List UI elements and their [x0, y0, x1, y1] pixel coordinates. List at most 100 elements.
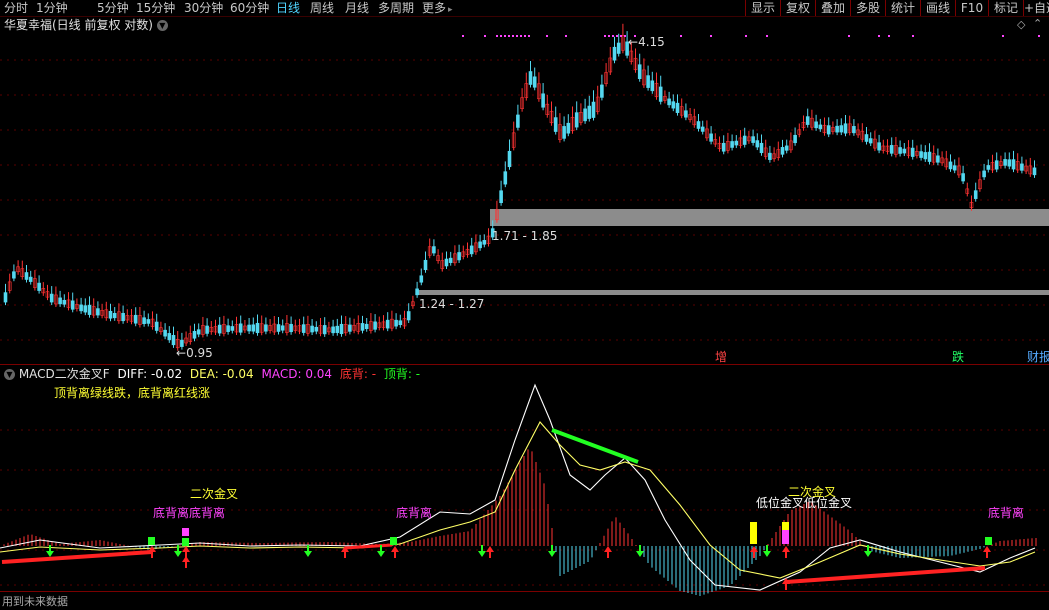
- candle-down: [121, 312, 125, 322]
- indicator-name[interactable]: MACD二次金叉F: [19, 367, 110, 381]
- candle-down: [852, 126, 856, 134]
- arrow-down-icon: [46, 545, 54, 557]
- signal-box: [148, 537, 155, 545]
- candle-down: [675, 102, 680, 113]
- candle-down: [961, 173, 965, 182]
- signal-box: [390, 537, 397, 545]
- candle-down: [28, 276, 33, 282]
- candle-down: [133, 314, 138, 324]
- candle-down: [818, 124, 823, 130]
- macd-value: MACD: 0.04: [261, 367, 333, 381]
- chevron-down-icon[interactable]: ▼: [4, 369, 15, 380]
- candle-down: [667, 98, 671, 106]
- arrow-down-icon: [478, 545, 486, 557]
- candle-down: [612, 46, 617, 61]
- candle-down: [528, 71, 533, 85]
- candle-down: [616, 42, 621, 54]
- event-marker-increase[interactable]: 增: [715, 350, 727, 364]
- candle-down: [167, 333, 172, 341]
- candle-down: [482, 240, 487, 245]
- candle-down: [948, 161, 953, 170]
- candle-down: [217, 324, 222, 334]
- signal-dot: [912, 35, 914, 37]
- candle-down: [192, 330, 197, 339]
- candle-down: [87, 304, 92, 315]
- diff-line: [0, 383, 1036, 591]
- signal-box: [782, 530, 789, 544]
- chevron-down-icon[interactable]: ▼: [156, 20, 168, 31]
- candle-down: [469, 245, 474, 255]
- candle-down: [709, 133, 713, 142]
- event-marker-fall[interactable]: 跌: [952, 350, 964, 364]
- candle-down: [553, 117, 558, 132]
- candle-down: [650, 80, 655, 92]
- signal-dot: [500, 35, 502, 37]
- signal-box: [782, 522, 789, 530]
- candle-down: [898, 147, 902, 154]
- bottom-divergence-line: [785, 566, 986, 584]
- arrow-up-icon: [750, 546, 758, 558]
- candle-down: [255, 322, 260, 334]
- arrow-down-icon: [636, 545, 644, 557]
- candle-down: [112, 313, 117, 319]
- candle-down: [755, 140, 760, 148]
- candle-down: [394, 319, 398, 327]
- bottom-divergence-label: 底背离底背离: [153, 506, 226, 520]
- candle-down: [196, 329, 201, 335]
- diamond-icon[interactable]: ◇: [1017, 18, 1025, 32]
- candle-down: [923, 152, 928, 160]
- candle-down: [205, 325, 209, 334]
- low-cross-label: 低位金叉低位金叉: [756, 496, 853, 510]
- candle-down: [843, 123, 848, 134]
- candle-down: [1020, 163, 1024, 171]
- candle-down: [637, 64, 642, 79]
- candle-down: [238, 323, 243, 333]
- candle-down: [994, 160, 999, 170]
- candle-down: [784, 145, 789, 151]
- candle-down: [566, 122, 571, 134]
- candle-down: [3, 292, 8, 303]
- candle-down: [322, 325, 327, 335]
- candle-down: [142, 317, 146, 325]
- candle-down: [70, 300, 75, 310]
- candle-down: [171, 335, 176, 346]
- candle-down: [432, 246, 436, 254]
- candle-down: [814, 121, 818, 129]
- signal-box: [985, 537, 992, 545]
- candle-down: [721, 142, 726, 152]
- candle-down: [574, 112, 579, 128]
- arrow-down-icon: [548, 545, 556, 557]
- signal-dot: [878, 35, 880, 37]
- chevron-up-icon[interactable]: ⌃: [1033, 17, 1042, 31]
- signal-dot: [1038, 35, 1040, 37]
- arrow-up-icon: [486, 546, 494, 558]
- event-marker-report[interactable]: 财报: [1027, 350, 1049, 364]
- bottom-divergence-value: 底背: -: [339, 367, 377, 381]
- candle-down: [1007, 159, 1012, 167]
- low-price-label: ←0.95: [176, 346, 213, 360]
- candle-down: [364, 323, 369, 330]
- low-price-value: 0.95: [186, 346, 213, 360]
- candle-down: [700, 126, 705, 132]
- signal-box: [182, 538, 189, 546]
- candle-down: [793, 134, 797, 144]
- candle-down: [730, 141, 734, 148]
- candle-down: [79, 304, 83, 312]
- candle-down: [62, 299, 67, 305]
- candle-down: [251, 324, 256, 332]
- signal-dot: [528, 35, 530, 37]
- candle-down: [163, 329, 167, 337]
- indicator-note: 顶背离绿线跌，底背离红线涨: [54, 386, 211, 400]
- candle-down: [696, 121, 701, 129]
- signal-dot: [745, 35, 747, 37]
- candle-down: [423, 259, 428, 271]
- candle-down: [671, 101, 676, 109]
- candle-down: [331, 326, 335, 334]
- signal-dot: [680, 35, 682, 37]
- candle-down: [516, 114, 520, 128]
- arrow-left-icon: ←: [176, 346, 187, 360]
- resistance-zone-lower: [416, 290, 1049, 295]
- candle-down: [507, 150, 512, 168]
- candle-down: [280, 325, 285, 331]
- signal-box: [182, 528, 189, 536]
